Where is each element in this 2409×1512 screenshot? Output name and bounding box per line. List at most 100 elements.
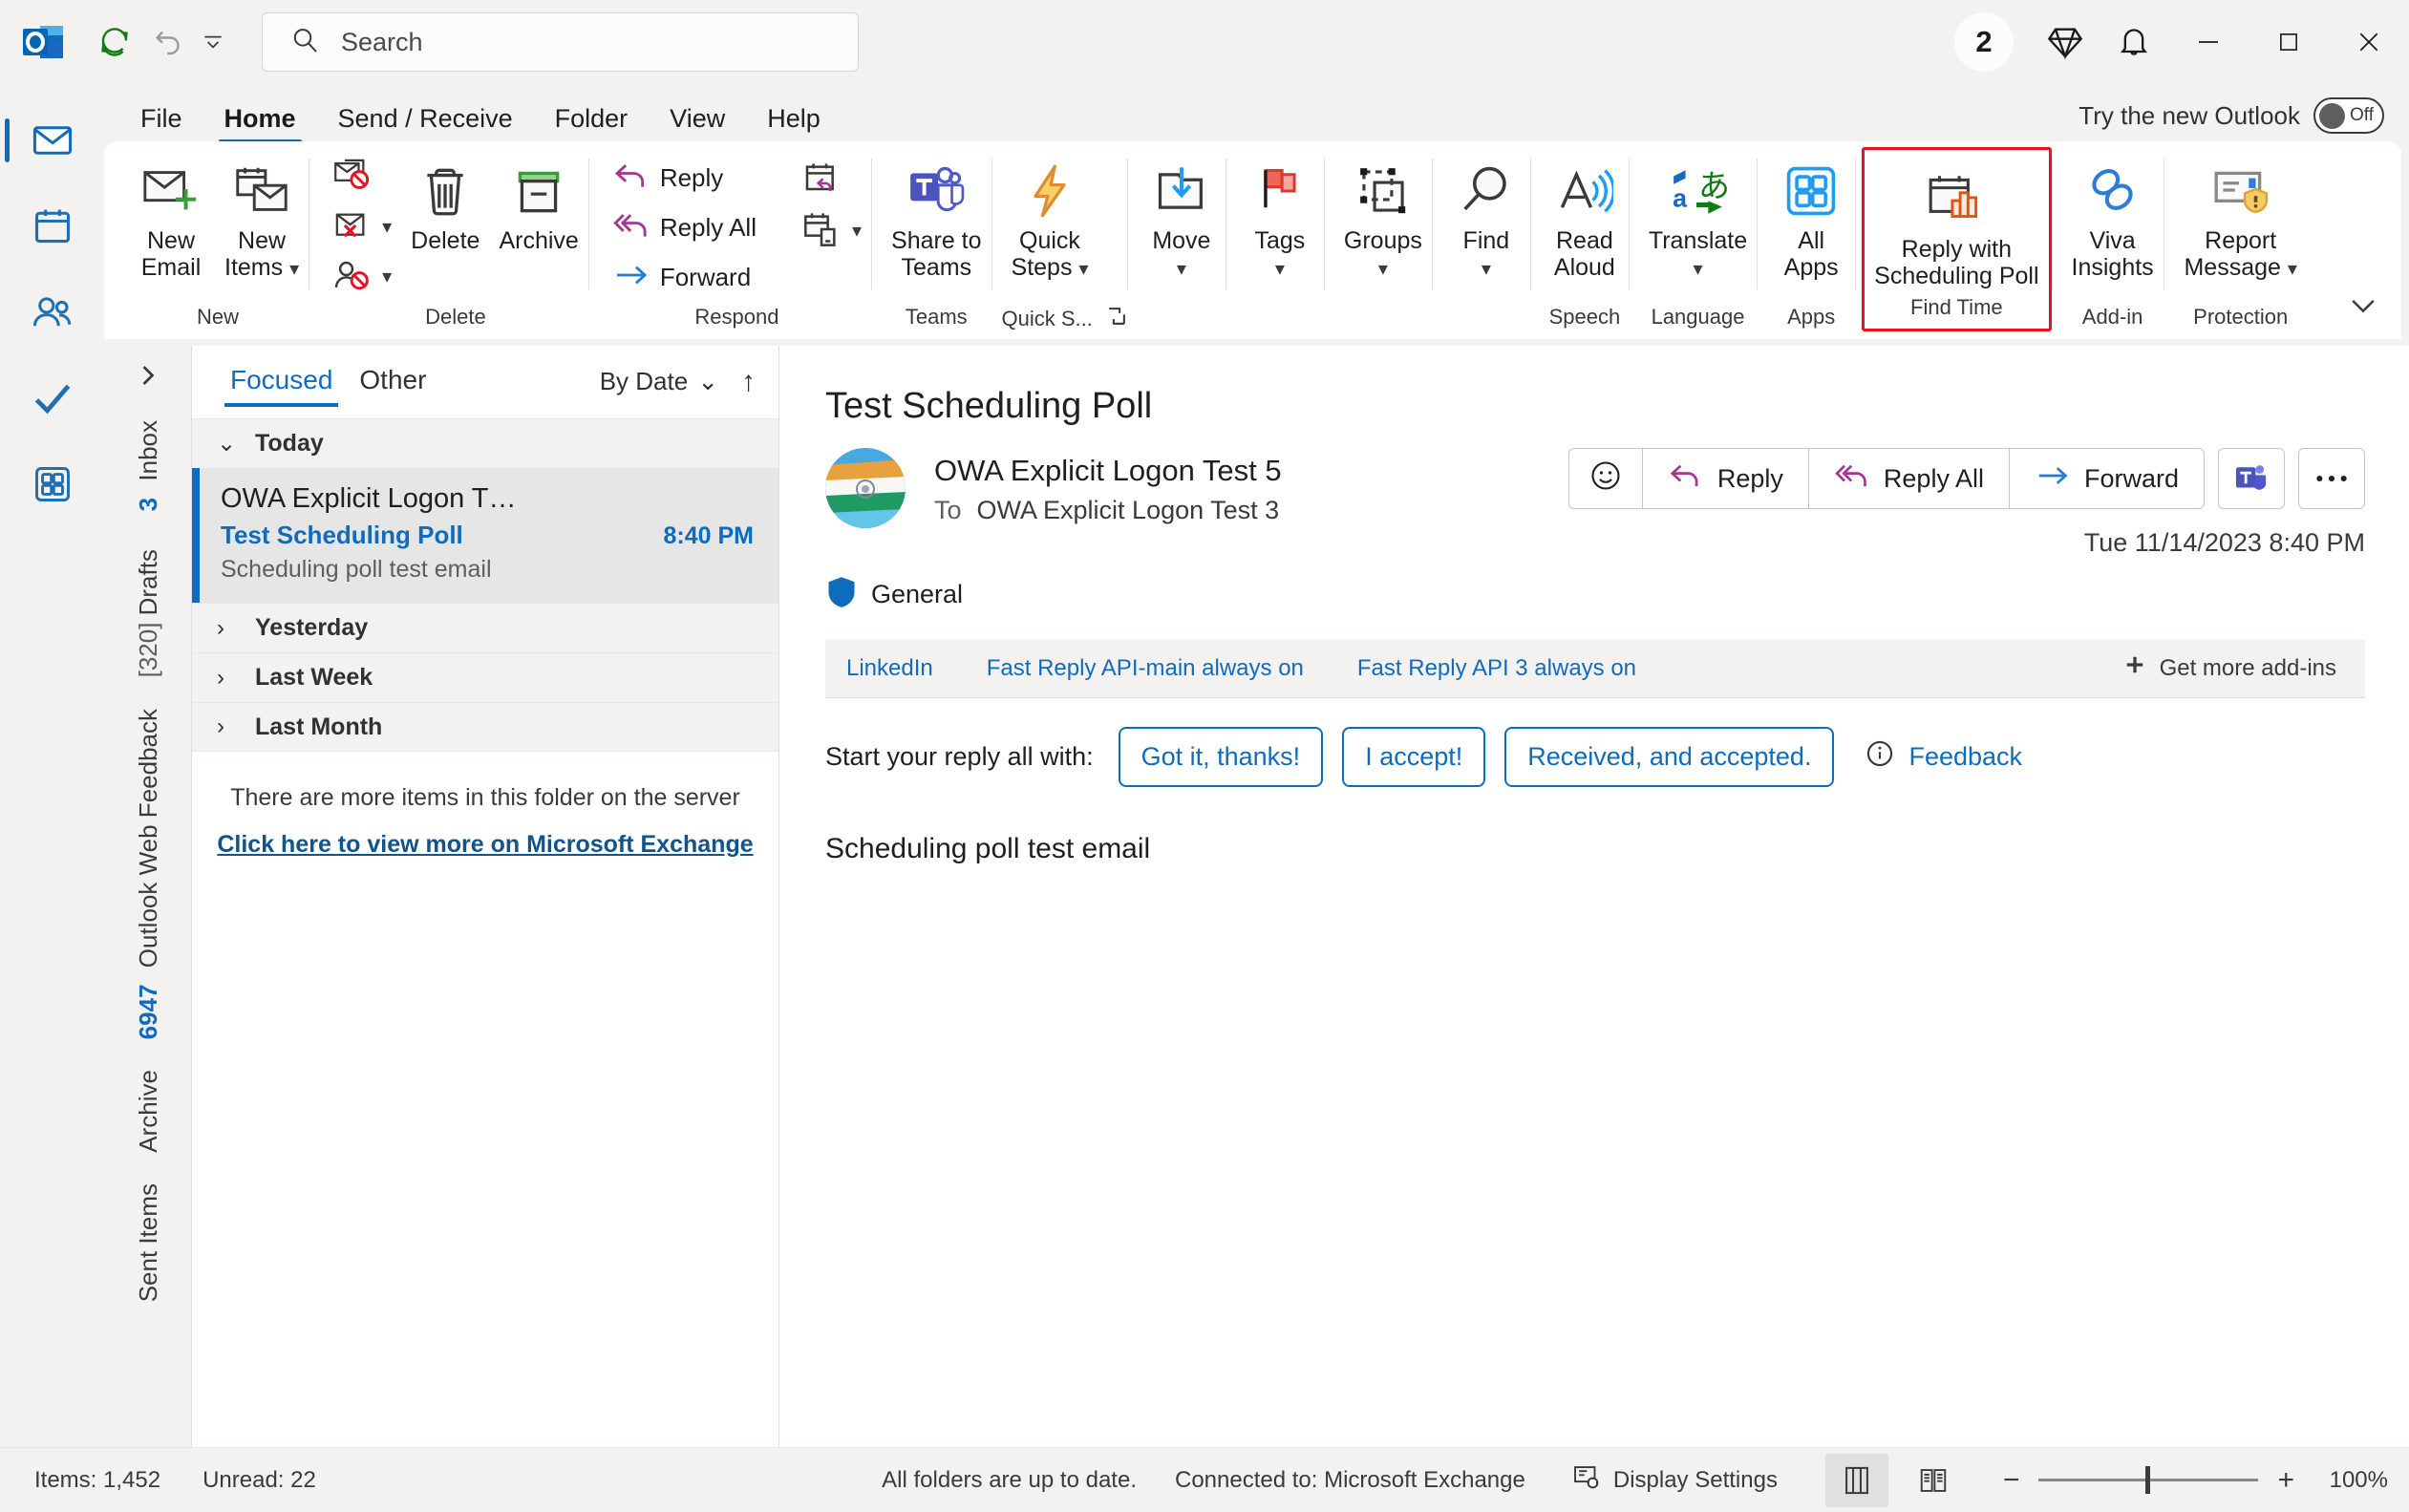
tab-view[interactable]: View (649, 100, 746, 143)
list-item[interactable]: OWA Explicit Logon T… Test Scheduling Po… (192, 468, 778, 603)
forward-button[interactable]: Forward (603, 252, 766, 302)
try-new-outlook[interactable]: Try the new Outlook Off (2079, 97, 2384, 143)
tab-home[interactable]: Home (203, 100, 317, 143)
tab-send-receive[interactable]: Send / Receive (317, 100, 534, 143)
read-aloud-button[interactable]: Read Aloud (1541, 151, 1629, 287)
sort-by-date-button[interactable]: By Date ⌄ (600, 367, 718, 396)
more-respond-button[interactable]: ▾ (791, 206, 871, 256)
quick-steps-button[interactable]: Quick Steps ▾ (1002, 151, 1098, 287)
undo-icon[interactable] (143, 17, 193, 67)
dialog-launcher-icon[interactable] (1106, 306, 1127, 332)
recipients[interactable]: OWA Explicit Logon Test 3 (977, 496, 1280, 524)
bell-notification-icon[interactable] (2100, 8, 2168, 76)
group-header-yesterday[interactable]: › Yesterday (192, 603, 778, 652)
view-more-on-exchange-link[interactable]: Click here to view more on Microsoft Exc… (217, 831, 753, 859)
addin-fast-reply-api-main[interactable]: Fast Reply API-main always on (960, 655, 1331, 682)
sidebar-item-todo[interactable] (13, 359, 92, 437)
viva-insights-button[interactable]: Viva Insights (2062, 151, 2164, 287)
search-box[interactable]: Search (262, 12, 859, 72)
tab-folder[interactable]: Folder (534, 100, 650, 143)
minimize-button[interactable] (2168, 0, 2249, 84)
sidebar-item-more-apps[interactable] (13, 445, 92, 523)
page-title: Test Scheduling Poll (825, 386, 1153, 426)
reply-button[interactable]: Reply (1643, 449, 1809, 508)
zoom-slider-thumb[interactable] (2145, 1466, 2151, 1494)
sender-name[interactable]: OWA Explicit Logon Test 5 (934, 454, 1282, 488)
share-to-teams-button[interactable]: Share to Teams (882, 151, 991, 287)
pivot-other[interactable]: Other (346, 355, 439, 409)
reading-view-button[interactable] (1902, 1454, 1965, 1507)
tab-strip: File Home Send / Receive Folder View Hel… (119, 100, 842, 143)
group-label-yesterday: Yesterday (255, 614, 369, 641)
block-sender-button[interactable]: ▾ (323, 252, 401, 302)
get-more-addins-button[interactable]: Get more add-ins (2123, 653, 2344, 683)
sensitivity-text: General (871, 580, 964, 608)
read-aloud-icon (1556, 157, 1613, 225)
ignore-button[interactable] (323, 153, 401, 202)
quick-reply-feedback-button[interactable]: Feedback (1865, 738, 2022, 776)
diamond-icon[interactable] (2031, 8, 2100, 76)
forward-button[interactable]: Forward (2010, 449, 2204, 508)
quick-reply-chip-2[interactable]: I accept! (1342, 727, 1486, 787)
sidebar-item-people[interactable] (13, 273, 92, 351)
reply-all-button[interactable]: Reply All (603, 202, 766, 252)
more-actions-button[interactable] (2298, 448, 2365, 509)
new-email-button[interactable]: New Email (127, 151, 215, 287)
folder-item-sent-items[interactable]: Sent Items (134, 1168, 163, 1317)
message-list: Focused Other By Date ⌄ ↑ ⌄ Today OWA Ex… (192, 346, 779, 1447)
addin-fast-reply-api-3[interactable]: Fast Reply API 3 always on (1331, 655, 1663, 682)
reply-with-scheduling-poll-button[interactable]: Reply with Scheduling Poll (1865, 160, 2048, 295)
reply-all-button[interactable]: Reply All (1809, 449, 2010, 508)
tab-help[interactable]: Help (746, 100, 842, 143)
addin-linkedin[interactable]: LinkedIn (846, 655, 960, 682)
normal-view-button[interactable] (1824, 1453, 1888, 1507)
ribbon-group-label-find (1442, 305, 1530, 339)
move-button[interactable]: Move ▾ (1138, 151, 1226, 287)
customize-quick-access-toolbar-icon[interactable] (197, 17, 229, 67)
folder-item-outlook-web-feedback[interactable]: 6947 Outlook Web Feedback (134, 693, 163, 1054)
sidebar-item-mail[interactable] (4, 101, 92, 180)
sensitivity-label[interactable]: General (825, 575, 2365, 614)
report-message-button[interactable]: Report Message ▾ (2174, 151, 2308, 287)
teams-meeting-button[interactable] (2218, 448, 2285, 509)
display-settings-button[interactable]: Display Settings (1564, 1459, 1787, 1501)
folder-item-inbox[interactable]: 3 Inbox (134, 405, 163, 526)
account-badge[interactable]: 2 (1954, 12, 2014, 72)
close-button[interactable] (2329, 0, 2409, 84)
group-header-today[interactable]: ⌄ Today (192, 418, 778, 468)
reply-button[interactable]: Reply (603, 153, 766, 202)
react-button[interactable] (1569, 449, 1643, 508)
junk-button[interactable]: ▾ (323, 202, 401, 252)
group-header-last-month[interactable]: › Last Month (192, 702, 778, 752)
ribbon-group-label-add-in: Add-in (2081, 305, 2143, 329)
translate-button[interactable]: a あ Translate ▾ (1639, 151, 1757, 287)
zoom-slider[interactable] (2038, 1466, 2259, 1494)
zoom-in-button[interactable]: + (2277, 1464, 2294, 1497)
sort-direction-icon[interactable]: ↑ (735, 366, 761, 398)
folder-item-archive[interactable]: Archive (134, 1054, 163, 1168)
groups-button[interactable]: Groups ▾ (1334, 151, 1432, 287)
sidebar-item-calendar[interactable] (13, 187, 92, 266)
group-header-last-week[interactable]: › Last Week (192, 652, 778, 702)
maximize-button[interactable] (2249, 0, 2329, 84)
quick-reply-chip-1[interactable]: Got it, thanks! (1118, 727, 1324, 787)
send-receive-all-icon[interactable] (90, 17, 139, 67)
avatar[interactable] (825, 448, 906, 528)
new-outlook-toggle[interactable]: Off (2313, 97, 2384, 134)
meeting-reply-button[interactable] (791, 157, 871, 206)
delete-button[interactable]: Delete (401, 151, 489, 260)
zoom-out-button[interactable]: − (2003, 1464, 2020, 1497)
folder-item-drafts[interactable]: [320] Drafts (134, 526, 163, 692)
archive-button[interactable]: Archive (489, 151, 587, 260)
quick-reply-chip-3[interactable]: Received, and accepted. (1504, 727, 1835, 787)
new-items-button[interactable]: New Items ▾ (215, 151, 309, 287)
all-apps-button[interactable]: All Apps (1767, 151, 1855, 287)
zoom-level[interactable]: 100% (2313, 1467, 2388, 1494)
collapse-ribbon-button[interactable] (2340, 284, 2386, 330)
find-button[interactable]: Find ▾ (1442, 151, 1530, 287)
tags-button[interactable]: Tags ▾ (1236, 151, 1324, 287)
tab-file[interactable]: File (119, 100, 203, 143)
expand-folder-pane-button[interactable] (104, 346, 192, 405)
ribbon-group-new: New Email New Items ▾ New (104, 141, 309, 339)
pivot-focused[interactable]: Focused (217, 355, 346, 409)
